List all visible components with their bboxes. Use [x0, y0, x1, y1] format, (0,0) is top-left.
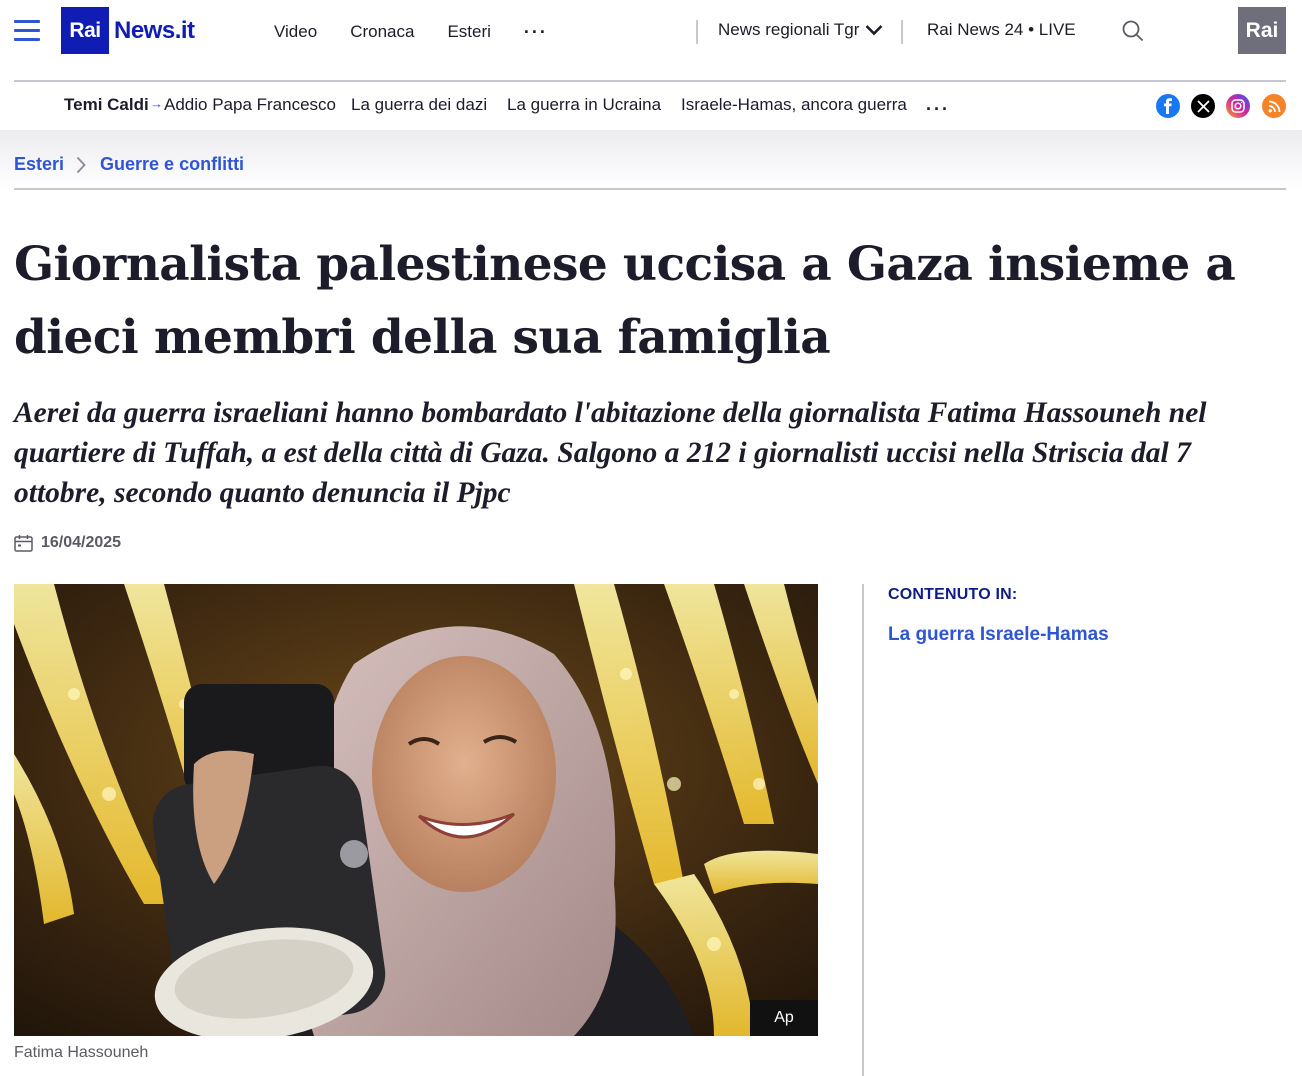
date-text: 16/04/2025: [41, 534, 122, 551]
calendar-icon: [14, 535, 33, 552]
hot-topics-label: Temi Caldi: [64, 95, 149, 114]
more-topics-icon[interactable]: ···: [926, 100, 950, 118]
nav-item-cronaca[interactable]: Cronaca: [350, 22, 414, 42]
divider: [14, 188, 1286, 190]
rss-icon[interactable]: [1262, 94, 1286, 118]
related-topic-link[interactable]: La guerra Israele-Hamas: [888, 624, 1109, 646]
topic-link[interactable]: La guerra in Ucraina: [507, 95, 661, 115]
x-icon[interactable]: [1191, 94, 1215, 118]
chevron-down-icon: [866, 25, 883, 36]
photo-portrait: [14, 584, 818, 1036]
breadcrumb: Esteri Guerre e conflitti: [14, 154, 244, 175]
divider: [696, 20, 698, 44]
site-header: Rai News.it Video Cronaca Esteri ··· New…: [0, 0, 1302, 80]
article-subtitle: Aerei da guerra israeliani hanno bombard…: [14, 397, 1207, 509]
topic-link[interactable]: Israele-Hamas, ancora guerra: [681, 95, 907, 115]
site-logo[interactable]: Rai News.it: [61, 7, 195, 54]
logo-news-text: News.it: [114, 16, 195, 44]
arrow-right-icon: →: [150, 96, 163, 111]
regionali-dropdown[interactable]: News regionali Tgr: [718, 20, 883, 40]
logo-rai-mark: Rai: [61, 7, 109, 54]
photo-caption: Fatima Hassouneh: [14, 1044, 149, 1061]
content-in-label: CONTENUTO IN:: [888, 586, 1018, 603]
nav-item-esteri[interactable]: Esteri: [447, 22, 490, 42]
chevron-right-icon: [76, 156, 86, 173]
breadcrumb-esteri[interactable]: Esteri: [14, 154, 64, 175]
divider: [901, 20, 903, 44]
menu-icon[interactable]: [14, 20, 40, 42]
article-photo[interactable]: Ap: [14, 584, 818, 1036]
instagram-icon[interactable]: [1226, 94, 1250, 118]
article-headline: Giornalista palestinese uccisa a Gaza in…: [14, 237, 1236, 365]
topic-link[interactable]: La guerra dei dazi: [351, 95, 487, 115]
rai-portal-logo[interactable]: Rai: [1238, 7, 1286, 54]
hot-topics-bar: Temi Caldi → Addio Papa Francesco La gue…: [0, 82, 1302, 130]
facebook-icon[interactable]: [1156, 94, 1180, 118]
divider: [862, 584, 864, 1076]
article-date: 16/04/2025: [14, 534, 121, 552]
main-nav: Video Cronaca Esteri ···: [274, 20, 548, 44]
topic-link[interactable]: Addio Papa Francesco: [164, 95, 336, 115]
live-link[interactable]: Rai News 24 • LIVE: [927, 20, 1076, 40]
regionali-label: News regionali Tgr: [718, 20, 860, 39]
more-nav-icon[interactable]: ···: [524, 23, 548, 41]
nav-item-video[interactable]: Video: [274, 22, 317, 42]
breadcrumb-guerre[interactable]: Guerre e conflitti: [100, 154, 244, 175]
search-icon[interactable]: [1121, 19, 1145, 43]
photo-credit: Ap: [750, 1000, 818, 1036]
